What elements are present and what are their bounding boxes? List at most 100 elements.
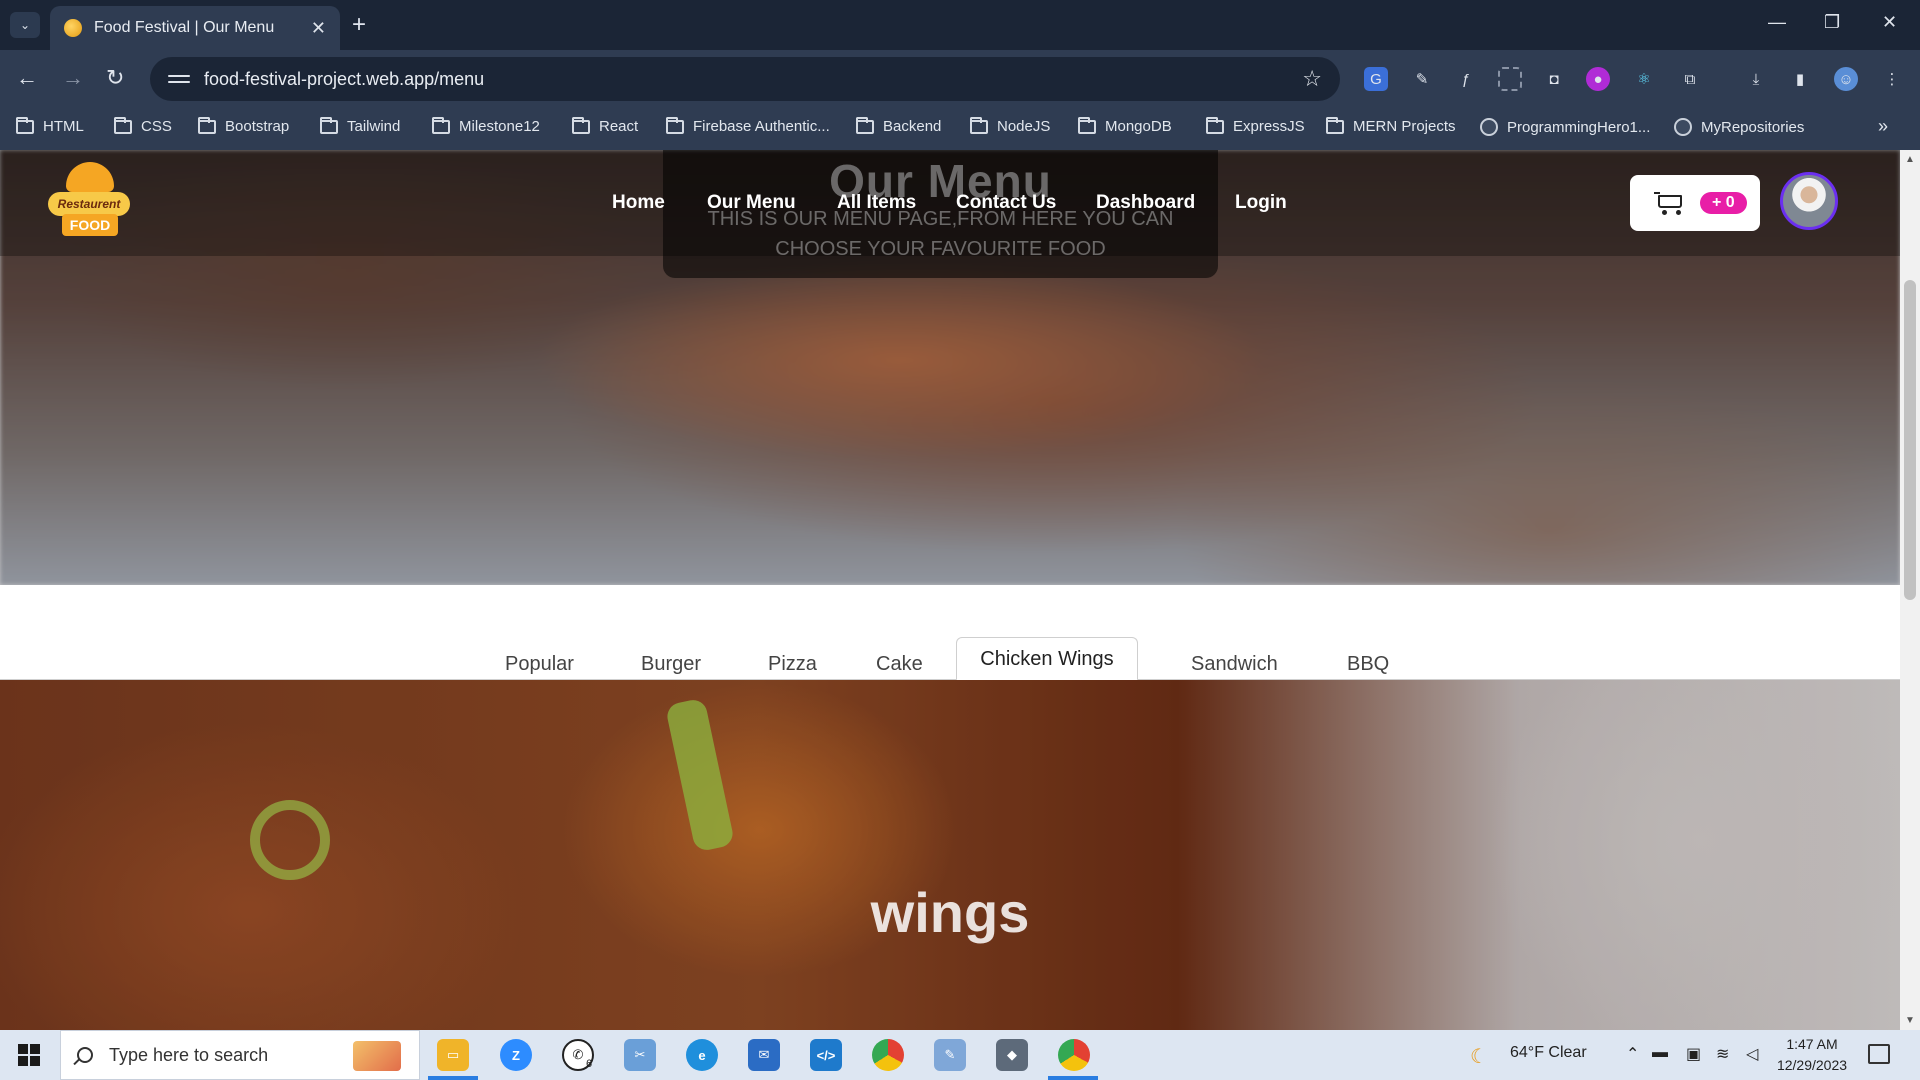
moon-weather-icon: ☾ — [1470, 1046, 1488, 1068]
bookmark-folder[interactable]: Tailwind — [320, 116, 401, 135]
bookmark-folder[interactable]: CSS — [114, 116, 172, 135]
bookmark-folder[interactable]: ExpressJS — [1206, 116, 1305, 135]
bookmark-label: MongoDB — [1105, 118, 1172, 135]
site-info-icon[interactable] — [168, 68, 190, 90]
bookmark-link[interactable]: ProgrammingHero1... — [1480, 118, 1650, 136]
reload-button[interactable]: ↻ — [106, 66, 124, 90]
clock-date: 12/29/2023 — [1776, 1057, 1848, 1073]
close-window-button[interactable]: ✕ — [1882, 12, 1897, 33]
bookmark-star-icon[interactable]: ☆ — [1302, 66, 1322, 92]
notification-center-icon[interactable] — [1868, 1044, 1890, 1064]
bookmark-folder[interactable]: NodeJS — [970, 116, 1050, 135]
close-tab-icon[interactable]: ✕ — [311, 18, 326, 39]
browser-tab-bar: ⌄ Food Festival | Our Menu ✕ + — ❐ ✕ — [0, 0, 1920, 50]
bookmark-folder[interactable]: Bootstrap — [198, 116, 290, 135]
zoom-icon[interactable]: Z — [500, 1039, 532, 1071]
bookmark-folder[interactable]: HTML — [16, 116, 84, 135]
restaurant-logo[interactable]: Restaurent FOOD — [48, 162, 130, 242]
system-clock[interactable]: 1:47 AM 12/29/2023 — [1772, 1034, 1852, 1076]
edge-icon[interactable]: e — [686, 1039, 718, 1071]
weather-text[interactable]: 64°F Clear — [1510, 1044, 1587, 1062]
font-extension-icon[interactable]: ƒ — [1454, 67, 1478, 91]
snipping-tool-icon[interactable]: ✂ — [624, 1039, 656, 1071]
scroll-up-arrow-icon[interactable]: ▲ — [1905, 154, 1915, 165]
extensions-puzzle-icon[interactable]: ⧉ — [1678, 67, 1702, 91]
screenshot-extension-icon[interactable] — [1498, 67, 1522, 91]
cart-button[interactable]: + 0 — [1630, 175, 1760, 231]
bookmark-folder[interactable]: Backend — [856, 116, 941, 135]
bookmark-link[interactable]: MyRepositories — [1674, 118, 1804, 136]
tab-bbq[interactable]: BBQ — [1347, 653, 1389, 676]
bookmark-label: ProgrammingHero1... — [1507, 118, 1651, 136]
user-avatar[interactable] — [1780, 172, 1838, 230]
tab-pizza[interactable]: Pizza — [768, 653, 817, 676]
vscode-icon[interactable]: </> — [810, 1039, 842, 1071]
tab-burger[interactable]: Burger — [641, 653, 701, 676]
notepad-icon[interactable]: ✎ — [934, 1039, 966, 1071]
bookmark-label: Bootstrap — [225, 118, 290, 135]
cart-count-badge: + 0 — [1700, 192, 1747, 214]
bookmark-folder[interactable]: React — [572, 116, 639, 135]
profile-icon[interactable]: ☺ — [1834, 67, 1858, 91]
nav-dashboard[interactable]: Dashboard — [1096, 192, 1195, 214]
search-icon — [77, 1047, 93, 1063]
app-cube-icon[interactable]: ◆ — [996, 1039, 1028, 1071]
folder-icon — [666, 116, 684, 134]
file-explorer-icon[interactable]: ▭ — [437, 1039, 469, 1071]
browser-menu-icon[interactable]: ⋮ — [1880, 67, 1904, 91]
tab-chicken-wings[interactable]: Chicken Wings — [956, 637, 1138, 681]
nav-login[interactable]: Login — [1235, 192, 1287, 214]
camera-extension-icon[interactable]: ◘ — [1542, 67, 1566, 91]
back-button[interactable]: ← — [16, 66, 38, 90]
folder-icon — [432, 116, 450, 134]
forward-button[interactable]: → — [62, 66, 84, 90]
new-tab-button[interactable]: + — [352, 12, 366, 38]
download-icon[interactable]: ⤓ — [1744, 67, 1768, 91]
side-panel-icon[interactable]: ▮ — [1788, 67, 1812, 91]
tab-search-button[interactable]: ⌄ — [10, 12, 40, 38]
taskbar-search-box[interactable]: Type here to search — [60, 1030, 420, 1080]
chrome-icon[interactable] — [872, 1039, 904, 1071]
react-devtools-icon[interactable]: ⚛ — [1632, 67, 1656, 91]
windows-start-icon[interactable] — [18, 1044, 40, 1066]
bookmark-folder[interactable]: MERN Projects — [1326, 116, 1456, 135]
mail-icon[interactable]: ✉ — [748, 1039, 780, 1071]
bookmark-label: Tailwind — [347, 118, 401, 135]
bookmark-folder[interactable]: MongoDB — [1078, 116, 1172, 135]
nav-all-items[interactable]: All Items — [837, 192, 916, 214]
section-heading: wings — [870, 881, 1030, 944]
bookmark-folder[interactable]: Milestone12 — [432, 116, 540, 135]
color-picker-extension-icon[interactable]: ✎ — [1410, 67, 1434, 91]
folder-icon — [198, 116, 216, 134]
more-bookmarks-icon[interactable]: » — [1878, 116, 1888, 137]
site-favicon-icon — [64, 19, 82, 37]
page-scrollbar[interactable]: ▲ ▼ — [1900, 150, 1920, 1030]
bookmark-folder[interactable]: Firebase Authentic... — [666, 116, 830, 135]
bookmark-label: HTML — [43, 118, 84, 135]
browser-tab[interactable]: Food Festival | Our Menu ✕ — [50, 6, 340, 50]
nav-home[interactable]: Home — [612, 192, 665, 214]
bookmark-label: MyRepositories — [1701, 118, 1805, 136]
battery-icon[interactable]: ▬ — [1652, 1044, 1668, 1062]
nav-contact-us[interactable]: Contact Us — [956, 192, 1056, 214]
translate-extension-icon[interactable]: G — [1364, 67, 1388, 91]
page-viewport: Our Menu THIS IS OUR MENU PAGE,FROM HERE… — [0, 150, 1900, 1030]
nav-our-menu[interactable]: Our Menu — [707, 192, 796, 214]
wifi-icon[interactable]: ≋ — [1716, 1044, 1729, 1064]
url-text[interactable]: food-festival-project.web.app/menu — [204, 69, 1302, 90]
chrome-active-icon[interactable] — [1058, 1039, 1090, 1071]
scroll-down-arrow-icon[interactable]: ▼ — [1905, 1015, 1915, 1026]
scrollbar-thumb[interactable] — [1904, 280, 1916, 600]
vpn-extension-icon[interactable]: ● — [1586, 67, 1610, 91]
device-icon[interactable]: ▣ — [1686, 1044, 1701, 1064]
restore-button[interactable]: ❐ — [1824, 12, 1840, 33]
category-tabs: Popular Burger Pizza Cake Chicken Wings … — [0, 585, 1900, 681]
tab-sandwich[interactable]: Sandwich — [1191, 653, 1278, 676]
address-bar[interactable]: food-festival-project.web.app/menu ☆ — [150, 57, 1340, 101]
volume-icon[interactable]: ◁ — [1746, 1044, 1758, 1064]
bookmark-label: React — [599, 118, 639, 135]
tab-cake[interactable]: Cake — [876, 653, 923, 676]
minimize-button[interactable]: — — [1768, 12, 1786, 33]
tab-popular[interactable]: Popular — [505, 653, 574, 676]
show-hidden-icons[interactable]: ⌃ — [1626, 1044, 1639, 1064]
